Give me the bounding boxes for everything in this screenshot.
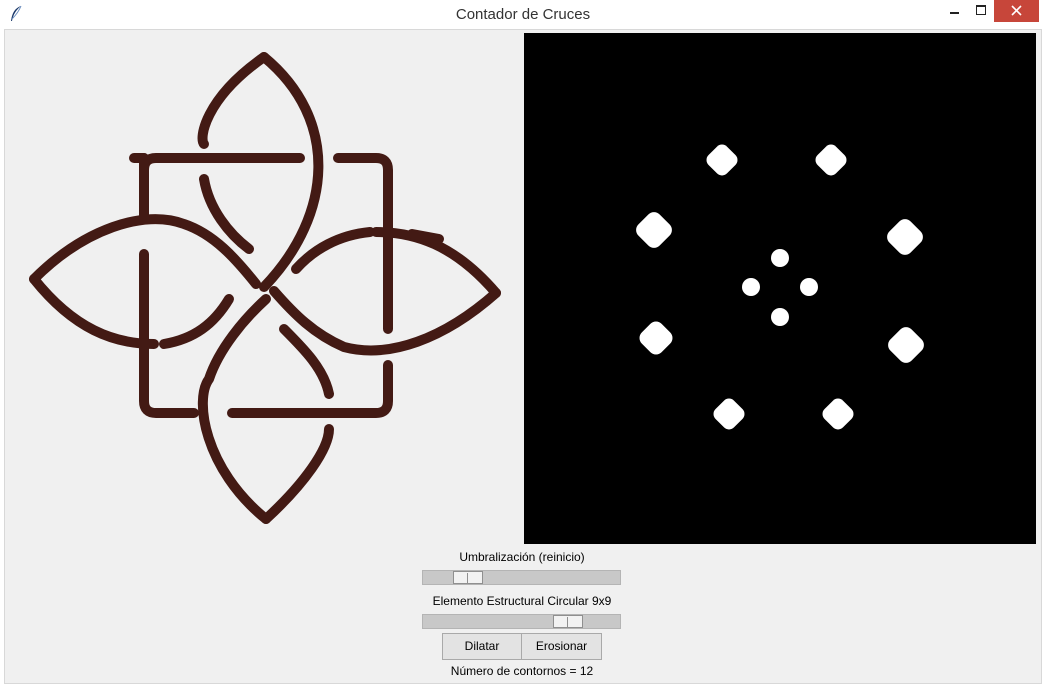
processed-image xyxy=(524,33,1036,544)
crossing-blob xyxy=(800,278,818,296)
structuring-element-label: Elemento Estructural Circular 9x9 xyxy=(432,594,612,608)
threshold-label: Umbralización (reinicio) xyxy=(459,550,585,564)
threshold-slider-thumb[interactable] xyxy=(453,571,483,584)
erode-button[interactable]: Erosionar xyxy=(521,633,602,660)
close-icon xyxy=(1011,5,1022,16)
crossing-blob xyxy=(771,249,789,267)
contour-count: Número de contornos = 12 xyxy=(450,664,594,678)
structuring-element-slider[interactable] xyxy=(422,614,621,629)
threshold-slider[interactable] xyxy=(422,570,621,585)
title-bar: Contador de Cruces xyxy=(0,0,1046,29)
window-title: Contador de Cruces xyxy=(455,6,591,23)
maximize-button[interactable] xyxy=(968,0,994,22)
celtic-knot-image xyxy=(29,52,501,524)
minimize-button[interactable] xyxy=(940,0,968,22)
crossing-blob xyxy=(771,308,789,326)
structuring-element-slider-thumb[interactable] xyxy=(553,615,583,628)
close-button[interactable] xyxy=(994,0,1039,22)
dilate-button[interactable]: Dilatar xyxy=(442,633,522,660)
crossing-blob xyxy=(742,278,760,296)
